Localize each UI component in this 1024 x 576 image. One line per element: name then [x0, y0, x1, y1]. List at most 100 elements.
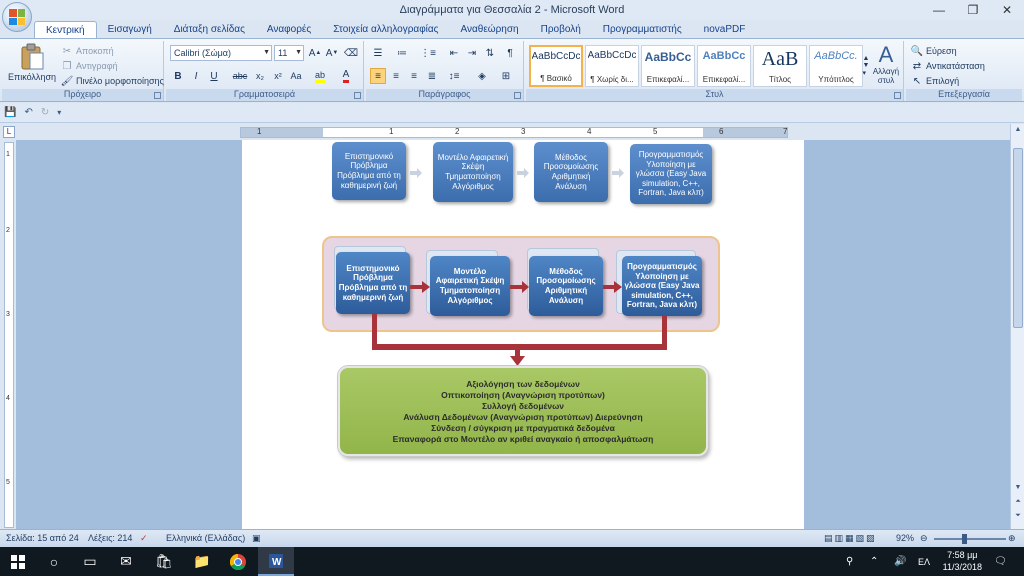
tab-insert[interactable]: Εισαγωγή [97, 21, 163, 38]
find-button[interactable]: 🔍 Εύρεση [910, 44, 957, 58]
view-buttons[interactable]: ▤▥▦▧▨ [824, 533, 877, 544]
align-center-icon[interactable]: ≡ [388, 68, 404, 84]
multilevel-list-icon[interactable]: ⋮≡ [420, 45, 436, 61]
increase-indent-icon[interactable]: ⇥ [464, 45, 480, 61]
scrollbar-thumb[interactable] [1013, 148, 1023, 328]
style-no-spacing[interactable]: AaBbCcDc ¶ Χωρίς δι... [585, 45, 639, 87]
zoom-in-icon[interactable]: ⊕ [1008, 533, 1016, 544]
word-taskbar-icon[interactable]: W [258, 547, 294, 576]
language-status[interactable]: Ελληνικά (Ελλάδας) [166, 533, 245, 543]
underline-button[interactable]: U [206, 68, 222, 84]
top-box-method[interactable]: Μέθοδος Προσομοίωσης Αριθμητική Ανάλυση [534, 142, 608, 202]
change-styles-button[interactable]: A Αλλαγή στυλ [870, 43, 902, 86]
subscript-button[interactable]: x₂ [252, 68, 268, 84]
superscript-button[interactable]: x² [270, 68, 286, 84]
main-box-model[interactable]: Μοντέλο Αφαιρετική Σκέψη Τμηματοποίηση Α… [430, 256, 510, 316]
change-case-button[interactable]: Aa [288, 68, 304, 84]
replace-button[interactable]: ⇄ Αντικατάσταση [910, 59, 985, 73]
borders-icon[interactable]: ⊞ [498, 68, 514, 84]
style-subtitle[interactable]: AaBbCc. Υπότιτλος [809, 45, 863, 87]
line-spacing-icon[interactable]: ↕≡ [446, 68, 462, 84]
document-page[interactable]: Επιστημονικό Πρόβλημα Πρόβλημα από τη κα… [242, 140, 804, 529]
tab-references[interactable]: Αναφορές [256, 21, 322, 38]
tab-view[interactable]: Προβολή [530, 21, 592, 38]
mail-icon[interactable]: ✉ [108, 547, 144, 576]
tab-review[interactable]: Αναθεώρηση [450, 21, 530, 38]
undo-icon[interactable]: ↶ [24, 107, 32, 118]
vertical-ruler[interactable]: 1 2 3 4 5 [4, 142, 14, 528]
align-right-icon[interactable]: ≡ [406, 68, 422, 84]
close-button[interactable]: ✕ [990, 0, 1024, 20]
tray-expand-icon[interactable]: ⌃ [870, 547, 878, 576]
style-normal[interactable]: AaBbCcDc ¶ Βασικό [529, 45, 583, 87]
shading-icon[interactable]: ◈ [474, 68, 490, 84]
tab-home[interactable]: Κεντρική [34, 21, 97, 38]
format-painter-button[interactable]: 🖌 Πινέλο μορφοποίησης [60, 74, 164, 88]
next-page-icon[interactable]: ⏷ [1011, 512, 1024, 524]
zoom-slider-thumb[interactable] [962, 534, 967, 544]
style-title[interactable]: AaB Τίτλος [753, 45, 807, 87]
save-icon[interactable]: 💾 [4, 107, 16, 118]
tab-selector-icon[interactable]: L [3, 126, 15, 138]
justify-icon[interactable]: ≣ [424, 68, 440, 84]
copy-button[interactable]: ❐ Αντιγραφή [60, 59, 118, 73]
style-heading-1[interactable]: AaBbCc Επικεφαλί... [641, 45, 695, 87]
evaluation-box[interactable]: Αξιολόγηση των δεδομένων Οπτικοποίηση (Α… [338, 366, 708, 456]
people-icon[interactable]: ⚲ [846, 547, 853, 576]
scroll-down-icon[interactable]: ▼ [1011, 484, 1024, 496]
font-name-combo[interactable]: Calibri (Σώμα) ▼ [170, 45, 272, 61]
tab-mailings[interactable]: Στοιχεία αλληλογραφίας [322, 21, 449, 38]
horizontal-ruler[interactable]: 1 1 2 3 4 5 6 7 [240, 127, 788, 138]
top-box-programming[interactable]: Προγραμματισμός Υλοποίηση με γλώσσα (Eas… [630, 144, 712, 204]
file-explorer-icon[interactable]: 📁 [184, 547, 220, 576]
office-button[interactable] [2, 2, 32, 32]
main-box-method[interactable]: Μέθοδος Προσομοίωσης Αριθμητική Ανάλυση [529, 256, 603, 316]
input-language[interactable]: ΕΛ [918, 547, 930, 576]
tab-novapdf[interactable]: novaPDF [693, 21, 757, 38]
proofing-icon[interactable]: ✓ [140, 533, 148, 544]
highlight-icon[interactable]: ab [312, 68, 328, 84]
redo-icon[interactable]: ↻ [41, 107, 49, 118]
select-button[interactable]: ↖ Επιλογή [910, 74, 959, 88]
page-count[interactable]: Σελίδα: 15 από 24 [6, 533, 79, 543]
zoom-out-icon[interactable]: ⊖ [920, 533, 928, 544]
font-color-icon[interactable]: A [338, 68, 354, 84]
scroll-up-icon[interactable]: ▲ [1011, 126, 1024, 138]
tab-developer[interactable]: Προγραμματιστής [592, 21, 693, 38]
align-left-icon[interactable]: ≡ [370, 68, 386, 84]
vertical-scrollbar[interactable]: ▲ ▼ ⏶ ⏷ [1010, 124, 1024, 529]
decrease-indent-icon[interactable]: ⇤ [446, 45, 462, 61]
style-heading-2[interactable]: AaBbCc Επικεφαλί... [697, 45, 751, 87]
word-count[interactable]: Λέξεις: 214 [88, 533, 132, 543]
chrome-icon[interactable] [220, 547, 256, 576]
task-view-icon[interactable]: ▭ [72, 547, 108, 576]
windows-start-icon[interactable] [0, 547, 36, 576]
strikethrough-button[interactable]: abc [232, 68, 248, 84]
store-icon[interactable]: 🛍 [146, 547, 182, 576]
zoom-slider[interactable] [934, 538, 1006, 540]
clipboard-launcher-icon[interactable] [154, 92, 161, 99]
clear-format-icon[interactable]: ⌫ [343, 45, 359, 61]
top-box-problem[interactable]: Επιστημονικό Πρόβλημα Πρόβλημα από τη κα… [332, 142, 406, 200]
main-box-problem[interactable]: Επιστημονικό Πρόβλημα Πρόβλημα από τη κα… [336, 252, 410, 314]
paste-button[interactable]: Επικόλληση [8, 43, 56, 82]
minimize-button[interactable]: — [922, 0, 956, 20]
prev-page-icon[interactable]: ⏶ [1011, 498, 1024, 510]
volume-icon[interactable]: 🔊 [894, 547, 906, 576]
numbering-icon[interactable]: ≔ [394, 45, 410, 61]
shrink-font-button[interactable]: A ▼ [324, 45, 340, 61]
notifications-icon[interactable]: 🗨 [994, 547, 1007, 576]
maximize-button[interactable]: ❐ [956, 0, 990, 20]
macro-record-icon[interactable]: ▣ [252, 533, 261, 544]
tab-page-layout[interactable]: Διάταξη σελίδας [163, 21, 256, 38]
main-box-programming[interactable]: Προγραμματισμός Υλοποίηση με γλώσσα (Eas… [622, 256, 702, 316]
bold-button[interactable]: B [170, 68, 186, 84]
bullets-icon[interactable]: ☰ [370, 45, 386, 61]
customize-qat-icon[interactable]: ▾ [57, 108, 61, 117]
clock[interactable]: 7:58 μμ 11/3/2018 [943, 549, 982, 573]
top-box-model[interactable]: Μοντέλο Αφαιρετική Σκέψη Τμηματοποίηση Α… [433, 142, 513, 202]
cut-button[interactable]: ✂ Αποκοπή [60, 44, 114, 58]
italic-button[interactable]: I [188, 68, 204, 84]
pilcrow-icon[interactable]: ¶ [502, 45, 518, 61]
styles-launcher-icon[interactable] [894, 92, 901, 99]
